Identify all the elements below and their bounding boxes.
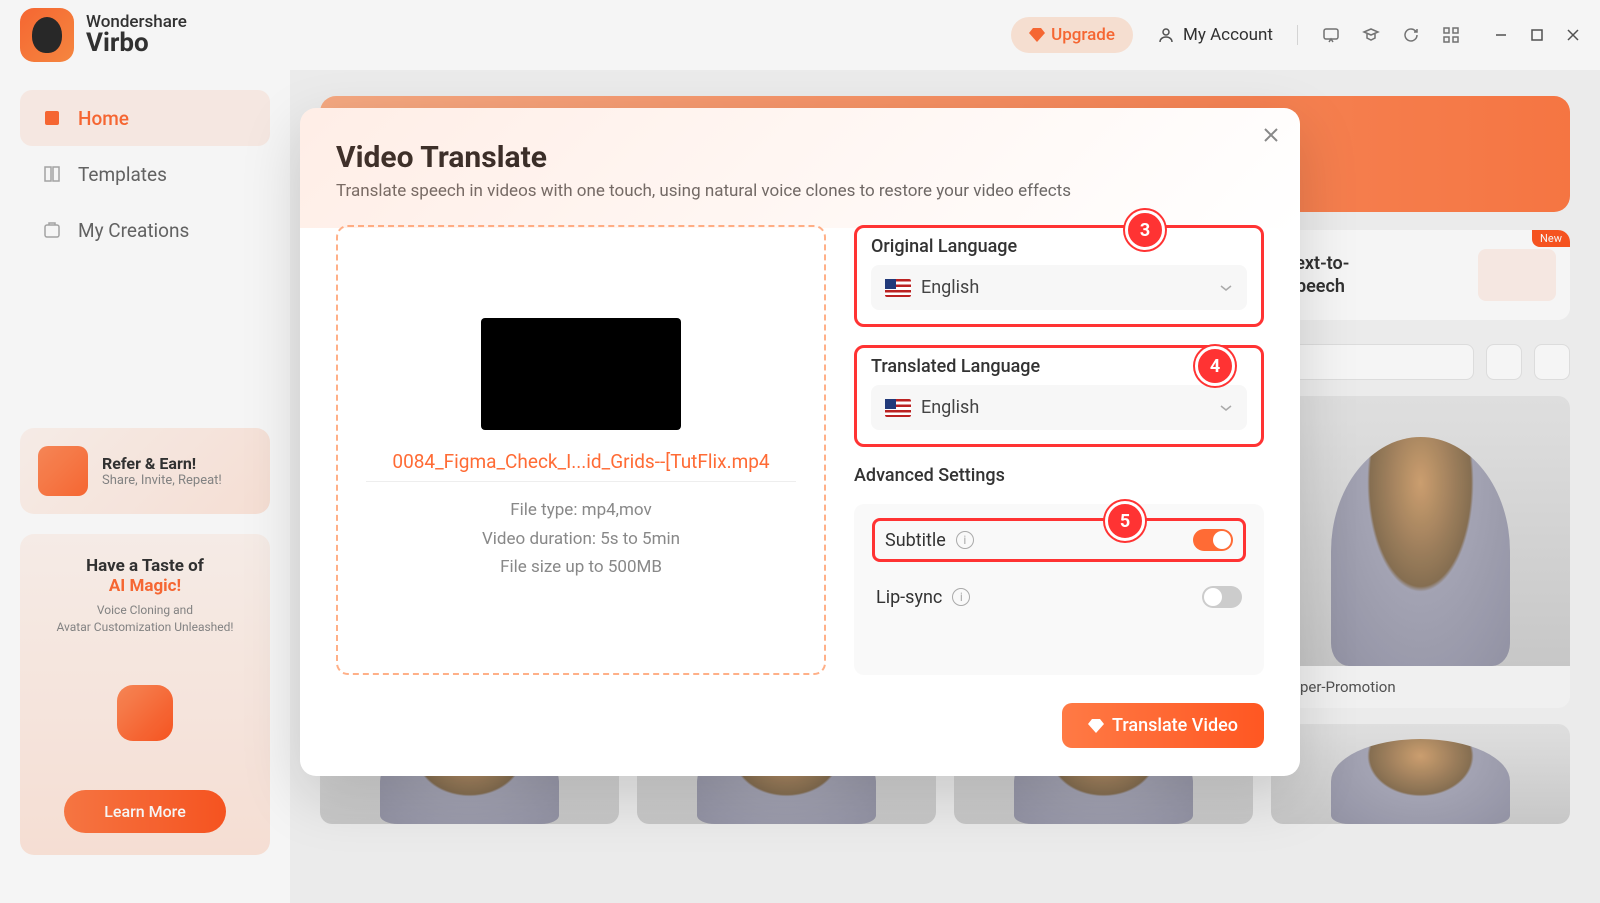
modal-title: Video Translate: [336, 140, 1264, 175]
translated-language-label: Translated Language: [871, 356, 1247, 377]
translate-video-button[interactable]: Translate Video: [1062, 703, 1264, 748]
spec-size: File size up to 500MB: [482, 553, 680, 582]
callout-4: 4: [1195, 346, 1235, 386]
lipsync-row: Lip-sync i: [872, 578, 1246, 616]
info-icon[interactable]: i: [956, 531, 974, 549]
spec-type: File type: mp4,mov: [482, 496, 680, 525]
callout-3: 3: [1125, 210, 1165, 250]
translated-language-value: English: [921, 397, 979, 418]
modal-subtitle: Translate speech in videos with one touc…: [336, 181, 1264, 201]
subtitle-row: 5 Subtitle i: [872, 518, 1246, 562]
subtitle-label: Subtitle: [885, 530, 946, 551]
original-language-value: English: [921, 277, 979, 298]
diamond-icon: [1088, 719, 1104, 733]
modal-close-button[interactable]: [1262, 126, 1280, 144]
video-thumbnail: [481, 318, 681, 430]
advanced-settings-panel: 5 Subtitle i Lip-sync i: [854, 504, 1264, 675]
translated-language-group: 4 Translated Language English: [854, 345, 1264, 447]
subtitle-toggle[interactable]: [1193, 529, 1233, 551]
video-translate-modal: Video Translate Translate speech in vide…: [300, 108, 1300, 776]
lipsync-toggle[interactable]: [1202, 586, 1242, 608]
original-language-label: Original Language: [871, 236, 1247, 257]
us-flag-icon: [885, 279, 911, 297]
callout-5: 5: [1105, 501, 1145, 541]
advanced-settings-title: Advanced Settings: [854, 465, 1264, 486]
chevron-down-icon: [1219, 404, 1233, 412]
file-name: 0084_Figma_Check_I...id_Grids--[TutFlix.…: [366, 450, 796, 482]
spec-duration: Video duration: 5s to 5min: [482, 525, 680, 554]
upload-dropzone[interactable]: 0084_Figma_Check_I...id_Grids--[TutFlix.…: [336, 225, 826, 675]
us-flag-icon: [885, 399, 911, 417]
chevron-down-icon: [1219, 284, 1233, 292]
original-language-select[interactable]: English: [871, 265, 1247, 310]
translated-language-select[interactable]: English: [871, 385, 1247, 430]
lipsync-label: Lip-sync: [876, 587, 942, 608]
file-specs: File type: mp4,mov Video duration: 5s to…: [482, 496, 680, 583]
original-language-group: 3 Original Language English: [854, 225, 1264, 327]
info-icon[interactable]: i: [952, 588, 970, 606]
translate-button-label: Translate Video: [1112, 715, 1238, 736]
